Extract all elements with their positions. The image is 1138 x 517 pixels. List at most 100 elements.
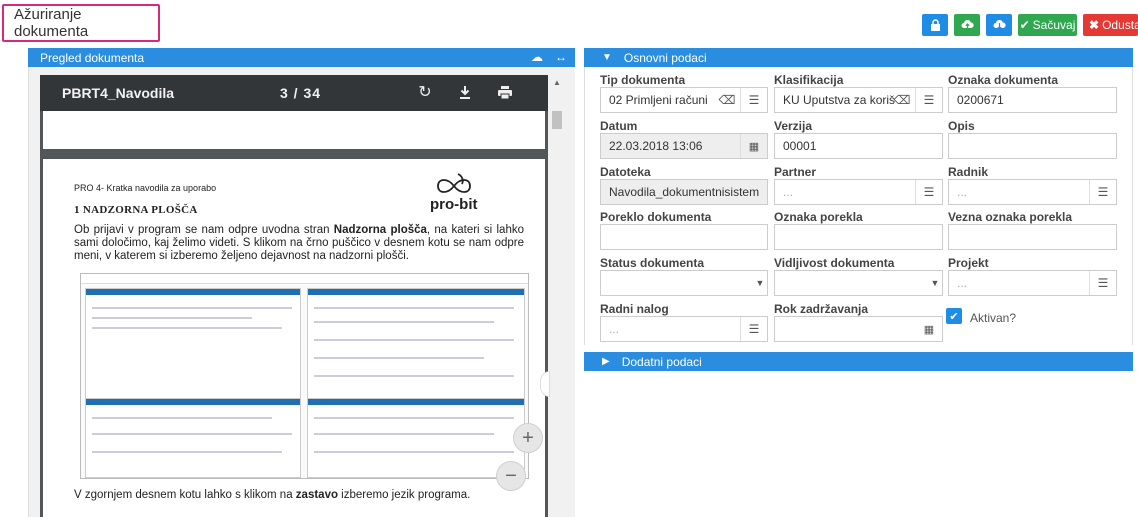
check-icon: ✔ — [949, 310, 959, 323]
oznaka-porekla-field[interactable] — [774, 224, 943, 250]
doc-footer-pre: V zgornjem desnem kotu lahko s klikom na — [74, 489, 296, 501]
additional-data-title: Dodatni podaci — [621, 354, 702, 369]
doc-paragraph-bold: Nadzorna plošča — [333, 224, 427, 236]
doc-paragraph: Ob prijavi v program se nam odpre uvodna… — [74, 224, 524, 263]
plus-icon: + — [522, 426, 534, 449]
datoteka-label: Datoteka — [600, 165, 651, 179]
vezna-oznaka-porekla-label: Vezna oznaka porekla — [948, 210, 1073, 224]
list-icon[interactable]: ☰ — [915, 88, 943, 112]
projekt-placeholder: ... — [957, 276, 968, 290]
verzija-label: Verzija — [774, 119, 813, 133]
datum-field[interactable]: 22.03.2018 13:06 ▦ — [600, 133, 768, 159]
vidljivost-dokumenta-label: Vidljivost dokumenta — [774, 256, 895, 270]
projekt-label: Projekt — [948, 256, 989, 270]
collapse-handle[interactable] — [540, 371, 550, 397]
eraser-icon[interactable]: ⌫ — [713, 88, 741, 112]
pdf-scrollbar[interactable] — [551, 75, 563, 517]
zoom-in-button[interactable]: + — [513, 423, 543, 453]
radni-nalog-field[interactable]: ... ☰ — [600, 316, 768, 342]
print-icon[interactable] — [494, 81, 516, 103]
klasifikacija-field[interactable]: KU Uputstva za koriš ⌫ ☰ — [774, 87, 943, 113]
klasifikacija-value: KU Uputstva za koriš — [783, 93, 896, 107]
partner-label: Partner — [774, 165, 817, 179]
page-title-box: Ažuriranje dokumenta — [2, 4, 160, 42]
klasifikacija-label: Klasifikacija — [774, 73, 844, 87]
list-icon[interactable]: ☰ — [740, 317, 768, 341]
eraser-icon[interactable]: ⌫ — [888, 88, 916, 112]
radni-nalog-placeholder: ... — [609, 322, 620, 336]
aktivan-label: Aktivan? — [970, 311, 1017, 325]
status-dokumenta-select[interactable]: ▼ — [600, 270, 768, 296]
scroll-up-icon[interactable]: ▲ — [551, 78, 563, 88]
verzija-value: 00001 — [783, 139, 817, 153]
document-preview-title: Pregled dokumenta — [40, 50, 145, 65]
vezna-oznaka-porekla-field[interactable] — [948, 224, 1117, 250]
calendar-icon[interactable]: ▦ — [740, 134, 768, 158]
cloud-download-icon — [993, 20, 1006, 30]
list-icon[interactable]: ☰ — [740, 88, 768, 112]
caret-down-icon: ▼ — [755, 278, 765, 288]
poreklo-dokumenta-field[interactable] — [600, 224, 768, 250]
rok-zadrzavanja-field[interactable]: ▦ — [774, 316, 943, 342]
doc-footer-bold: zastavo — [295, 489, 338, 501]
lock-icon — [930, 19, 940, 31]
chevron-down-icon: ▼ — [602, 52, 612, 63]
pdf-toolbar: PBRT4_Navodila 3 / 34 ↻ — [40, 75, 548, 111]
radnik-placeholder: ... — [957, 185, 968, 199]
chevron-right-icon: ▶ — [602, 356, 610, 367]
tip-dokumenta-field[interactable]: 02 Primljeni računi ⌫ ☰ — [600, 87, 768, 113]
tip-dokumenta-value: 02 Primljeni računi — [609, 93, 708, 107]
poreklo-dokumenta-label: Poreklo dokumenta — [600, 210, 712, 224]
doc-paragraph-pre: Ob prijavi v program se nam odpre uvodna… — [74, 224, 334, 236]
basic-data-header[interactable]: ▼ Osnovni podaci — [584, 48, 1133, 67]
lock-button[interactable] — [922, 14, 948, 36]
vidljivost-dokumenta-select[interactable]: ▼ — [774, 270, 943, 296]
doc-footer-post: izberemo jezik programa. — [337, 489, 471, 501]
partner-placeholder: ... — [783, 185, 794, 199]
oznaka-dokumenta-field[interactable]: 0200671 — [948, 87, 1117, 113]
download-button[interactable] — [986, 14, 1012, 36]
save-button[interactable]: ✔ Sačuvaj — [1018, 14, 1077, 36]
dashboard-screenshot-image — [80, 273, 529, 479]
verzija-field[interactable]: 00001 — [774, 133, 943, 159]
datoteka-value: Navodila_dokumentnisistem — [609, 185, 760, 199]
datum-label: Datum — [600, 119, 638, 133]
basic-data-title: Osnovni podaci — [623, 50, 707, 65]
radni-nalog-label: Radni nalog — [600, 302, 669, 316]
doc-section-heading: 1 NADZORNA PLOŠČA — [74, 204, 198, 216]
list-icon[interactable]: ☰ — [915, 180, 943, 204]
rotate-icon[interactable]: ↻ — [414, 81, 436, 103]
additional-data-header[interactable]: ▶ Dodatni podaci — [584, 352, 1133, 371]
pdf-scrollbar-thumb[interactable] — [552, 111, 562, 129]
doc-footer-text: V zgornjem desnem kotu lahko s klikom na… — [74, 489, 470, 501]
cancel-button[interactable]: ✖ Odustani — [1083, 14, 1138, 36]
projekt-field[interactable]: ... ☰ — [948, 270, 1117, 296]
page-title: Ažuriranje dokumenta — [14, 6, 89, 40]
radnik-label: Radnik — [948, 165, 989, 179]
pdf-document-name: PBRT4_Navodila — [62, 85, 175, 101]
zoom-out-button[interactable]: − — [496, 461, 526, 491]
datoteka-field[interactable]: Navodila_dokumentnisistem — [600, 179, 768, 205]
expand-icon[interactable]: ↔ — [555, 50, 567, 64]
list-icon[interactable]: ☰ — [1089, 180, 1117, 204]
radnik-field[interactable]: ... ☰ — [948, 179, 1117, 205]
pdf-page-indicator: 3 / 34 — [280, 85, 322, 101]
cloud-upload-icon[interactable]: ☁ — [531, 50, 543, 64]
partner-field[interactable]: ... ☰ — [774, 179, 943, 205]
aktivan-checkbox[interactable]: ✔ — [946, 308, 962, 324]
oznaka-dokumenta-label: Oznaka dokumenta — [948, 73, 1059, 87]
list-icon[interactable]: ☰ — [1089, 271, 1117, 295]
upload-button[interactable] — [954, 14, 980, 36]
pro-bit-logo: pro-bit — [428, 172, 492, 216]
download-icon[interactable] — [454, 81, 476, 103]
calendar-icon[interactable]: ▦ — [915, 317, 943, 341]
doc-small-heading: PRO 4- Kratka navodila za uporabo — [74, 183, 217, 193]
cancel-label: Odustani — [1102, 18, 1138, 32]
tip-dokumenta-label: Tip dokumenta — [600, 73, 686, 87]
opis-field[interactable] — [948, 133, 1117, 159]
status-dokumenta-label: Status dokumenta — [600, 256, 705, 270]
minus-icon: − — [505, 464, 517, 487]
check-icon: ✔ — [1019, 18, 1030, 32]
save-label: Sačuvaj — [1032, 18, 1076, 32]
oznaka-dokumenta-value: 0200671 — [957, 93, 1004, 107]
